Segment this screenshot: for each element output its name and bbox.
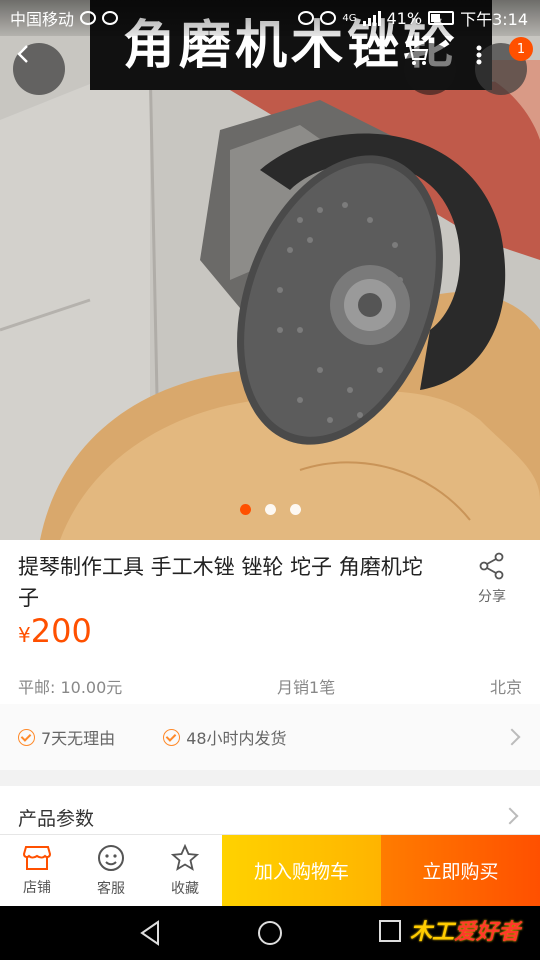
- watermark-mark: 木工: [410, 920, 455, 945]
- service-guarantees[interactable]: 7天无理由 48小时内发货: [0, 704, 540, 770]
- star-icon: [171, 843, 199, 871]
- chevron-right-icon: [503, 728, 521, 746]
- notification-badge: 1: [509, 37, 533, 61]
- product-info: 提琴制作工具 手工木锉 锉轮 坨子 角磨机坨子 分享 ¥200 平邮: 10.0…: [0, 540, 540, 704]
- more-vertical-icon: [476, 45, 482, 65]
- eye-icon: [320, 11, 337, 25]
- shipping-fee: 平邮: 10.00元: [18, 678, 123, 697]
- customer-service-icon: [98, 844, 124, 871]
- guarantee-label: 7天无理由: [41, 729, 116, 748]
- watermark-text: 爱好者: [454, 920, 521, 945]
- chevron-left-icon: [17, 45, 28, 63]
- watermark-logo: 木工爱好者: [410, 914, 520, 946]
- shop-icon: [23, 845, 51, 870]
- share-icon: [479, 552, 504, 580]
- product-image[interactable]: 角磨机木锉轮 中国移动 4G 41% 下午3:14 1: [0, 0, 540, 540]
- alarm-icon: [298, 11, 315, 25]
- cart-icon: [406, 45, 429, 65]
- product-price: ¥200: [18, 612, 92, 650]
- service-tab[interactable]: 客服: [74, 835, 148, 906]
- guarantee-item: 7天无理由: [18, 725, 115, 749]
- product-title: 提琴制作工具 手工木锉 锉轮 坨子 角磨机坨子: [18, 555, 423, 610]
- price-amount: 200: [30, 612, 92, 650]
- chevron-right-icon: [501, 807, 519, 825]
- carousel-dots: [0, 504, 540, 515]
- guarantee-label: 48小时内发货: [186, 729, 287, 748]
- check-circle-icon: [163, 728, 181, 746]
- params-label: 产品参数: [18, 808, 95, 830]
- service-label: 客服: [97, 880, 125, 897]
- check-circle-icon: [18, 728, 35, 746]
- shop-label: 店铺: [23, 879, 51, 896]
- guarantee-item: 48小时内发货: [163, 725, 287, 749]
- shop-tab[interactable]: 店铺: [0, 835, 74, 906]
- add-to-cart-button[interactable]: 加入购物车: [222, 835, 381, 906]
- carrier-label: 中国移动: [10, 10, 75, 29]
- carousel-dot-3[interactable]: [289, 504, 301, 515]
- carousel-dot-1[interactable]: [239, 504, 251, 515]
- more-button[interactable]: 1: [475, 37, 533, 95]
- chat-notification-icon: [102, 11, 119, 25]
- nav-recents-icon[interactable]: [378, 919, 402, 943]
- share-button[interactable]: 分享: [462, 552, 522, 606]
- share-label: 分享: [478, 589, 506, 605]
- nav-home-icon[interactable]: [256, 919, 284, 947]
- favorite-label: 收藏: [171, 880, 199, 897]
- app-notification-icon: [80, 11, 97, 25]
- buy-now-button[interactable]: 立即购买: [381, 835, 540, 906]
- product-params-row[interactable]: 产品参数: [0, 786, 540, 834]
- bottom-action-bar: 店铺 客服 收藏 加入购物车 立即购买: [0, 834, 540, 906]
- cart-button[interactable]: [404, 43, 456, 95]
- back-button[interactable]: [13, 43, 65, 95]
- carousel-dot-2[interactable]: [264, 504, 276, 515]
- status-left: 中国移动: [10, 6, 119, 30]
- nav-back-icon[interactable]: [138, 919, 162, 947]
- battery-percent: 41%: [386, 8, 423, 28]
- status-right: 4G 41% 下午3:14: [298, 6, 528, 30]
- network-type-label: 4G: [342, 12, 357, 24]
- ship-from-location: 北京: [489, 678, 522, 697]
- status-bar: 中国移动 4G 41% 下午3:14: [0, 0, 540, 36]
- price-currency: ¥: [18, 623, 31, 647]
- product-meta: 平邮: 10.00元 月销1笔 北京: [18, 674, 522, 698]
- monthly-sales: 月销1笔: [277, 678, 336, 697]
- battery-icon: [428, 11, 455, 25]
- signal-icon: [362, 10, 381, 26]
- clock: 下午3:14: [460, 10, 528, 29]
- favorite-tab[interactable]: 收藏: [148, 835, 222, 906]
